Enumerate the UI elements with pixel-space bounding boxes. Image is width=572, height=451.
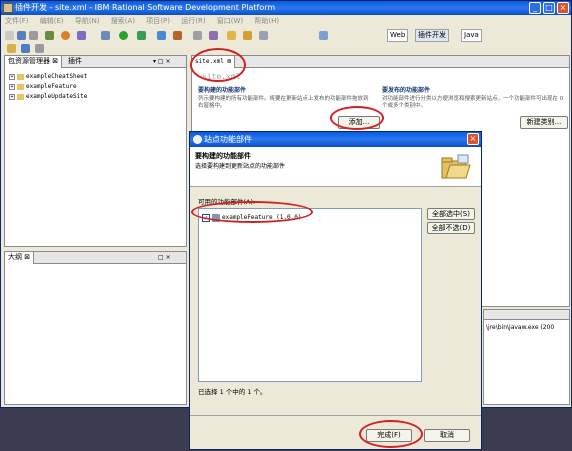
view-menu-icon[interactable]: ▾ □ × — [150, 56, 174, 68]
annotation-icon[interactable] — [7, 44, 16, 53]
new-java-project-icon[interactable] — [157, 31, 166, 40]
run-icon[interactable] — [119, 31, 128, 40]
publish-section-desc: 对功能部件进行分类以方便浏览和搜索更新站点。一个功能部件可出现在 0 个或多个类… — [382, 96, 564, 109]
menu-bar: 文件(F) 编辑(E) 导航(N) 搜索(A) 项目(P) 运行(R) 窗口(W… — [1, 15, 571, 27]
features-list-label: 可用的功能部件(A): — [198, 198, 256, 206]
features-list: ✓ exampleFeature (1.0.0) — [198, 208, 422, 382]
back-icon[interactable] — [21, 44, 30, 53]
menu-help[interactable]: 帮助(H) — [254, 17, 279, 25]
selection-status: 已选择 1 个中的 1 个。 — [198, 388, 267, 396]
tab-outline[interactable]: 大纲 ⊠ — [5, 252, 35, 264]
tree-item-cheatsheet[interactable]: + exampleCheatSheet — [9, 72, 87, 81]
features-section-desc: 列示要构建的所有功能部件。将要在更新站点上发布的功能部件拖放到右窗格中。 — [198, 96, 369, 109]
add-feature-button[interactable]: 添加... — [338, 116, 380, 129]
publish-section-title: 要发布的功能部件 — [382, 87, 431, 94]
menu-search[interactable]: 搜索(A) — [111, 17, 135, 25]
project-icon — [17, 83, 24, 90]
dialog-header-title: 要构建的功能部件 — [195, 152, 251, 160]
perspective-web[interactable]: Web — [387, 29, 409, 42]
build-icon[interactable] — [77, 31, 86, 40]
search-icon[interactable] — [209, 31, 218, 40]
server-icon[interactable] — [45, 31, 54, 40]
debug-icon[interactable] — [101, 31, 110, 40]
expand-icon[interactable]: + — [9, 93, 15, 100]
deselect-all-button[interactable]: 全部不选(D) — [427, 222, 475, 234]
close-window-button[interactable]: × — [557, 2, 569, 14]
minimize-button[interactable]: _ — [529, 2, 541, 14]
window-title: 插件开发 - site.xml - IBM Rational Software … — [15, 3, 276, 12]
tab-plugins[interactable]: 插件 — [65, 56, 85, 68]
dialog-close-button[interactable]: × — [467, 133, 479, 145]
feature-label: exampleFeature (1.0.0) — [222, 214, 302, 221]
tree-item-feature[interactable]: + exampleFeature — [9, 82, 77, 91]
project-icon — [17, 93, 24, 100]
maximize-button[interactable]: □ — [543, 2, 555, 14]
editor-tabbar: site.xml ⊠ — [192, 56, 569, 68]
outline-controls-icon[interactable]: □ × — [155, 252, 174, 264]
expand-icon[interactable]: + — [9, 73, 15, 80]
tab-package-explorer[interactable]: 包资源管理器 ⊠ — [5, 56, 63, 68]
features-section-title: 要构建的功能部件 — [198, 87, 247, 94]
console-tabbar — [484, 310, 569, 320]
open-type-icon[interactable] — [193, 31, 202, 40]
menu-edit[interactable]: 编辑(E) — [40, 17, 64, 25]
external-tools-icon[interactable] — [137, 31, 146, 40]
package-explorer-panel: 包资源管理器 ⊠ 插件 ▾ □ × + exampleCheatSheet + ex… — [4, 55, 187, 247]
nav-toolbar — [1, 42, 571, 54]
feature-checkbox[interactable]: ✓ — [202, 214, 210, 222]
finish-button[interactable]: 完成(F) — [366, 429, 412, 442]
new-icon[interactable] — [5, 31, 14, 40]
perspective-java[interactable]: Java — [461, 29, 482, 42]
project-icon — [17, 73, 24, 80]
menu-file[interactable]: 文件(F) — [5, 17, 29, 25]
console-text: \jre\bin\javaw.exe (200 — [486, 324, 555, 331]
select-all-button[interactable]: 全部选中(S) — [427, 208, 475, 220]
site-feature-dialog: 站点功能部件 × 要构建的功能部件 选择要构建到更新站点的功能部件 可用的功能部… — [189, 131, 482, 450]
folder-icon — [440, 153, 472, 181]
save-icon[interactable] — [17, 31, 26, 40]
new-category-button[interactable]: 新建类别... — [520, 116, 568, 129]
tree-item-updatesite[interactable]: + exampleUpdateSite — [9, 92, 87, 101]
cancel-button[interactable]: 取消 — [424, 429, 470, 442]
menu-navigate[interactable]: 导航(N) — [75, 17, 100, 25]
perspective-switch-icon[interactable] — [319, 31, 328, 40]
feature-icon — [212, 214, 220, 222]
menu-run[interactable]: 运行(R) — [181, 17, 205, 25]
app-icon — [3, 3, 13, 13]
print-icon[interactable] — [29, 31, 38, 40]
outline-tabbar: 大纲 ⊠ □ × — [5, 252, 186, 264]
forward-icon[interactable] — [35, 44, 44, 53]
open-folder-icon[interactable] — [227, 31, 236, 40]
perspective-plugin-dev[interactable]: 插件开发 — [415, 29, 449, 42]
title-bar: 插件开发 - site.xml - IBM Rational Software … — [1, 1, 571, 15]
menu-project[interactable]: 项目(P) — [146, 17, 170, 25]
menu-window[interactable]: 窗口(W) — [217, 17, 243, 25]
dialog-title: 站点功能部件 — [204, 135, 252, 144]
task-icon[interactable] — [259, 31, 268, 40]
dialog-header-desc: 选择要构建到更新站点的功能部件 — [195, 163, 286, 170]
pencil-icon[interactable] — [243, 31, 252, 40]
main-toolbar — [1, 28, 571, 42]
package-explorer-tabbar: 包资源管理器 ⊠ 插件 ▾ □ × — [5, 56, 186, 68]
editor-header: site.xml — [202, 72, 241, 81]
dialog-title-bar: 站点功能部件 × — [190, 132, 481, 147]
tab-site-xml[interactable]: site.xml ⊠ — [192, 56, 236, 68]
expand-icon[interactable]: + — [9, 83, 15, 90]
stop-icon[interactable] — [61, 31, 70, 40]
outline-panel: 大纲 ⊠ □ × — [4, 251, 187, 405]
dialog-header: 要构建的功能部件 选择要构建到更新站点的功能部件 — [190, 147, 481, 187]
new-class-icon[interactable] — [173, 31, 182, 40]
console-panel: \jre\bin\javaw.exe (200 — [483, 309, 570, 405]
dialog-divider — [190, 415, 481, 416]
dialog-app-icon — [193, 135, 202, 144]
